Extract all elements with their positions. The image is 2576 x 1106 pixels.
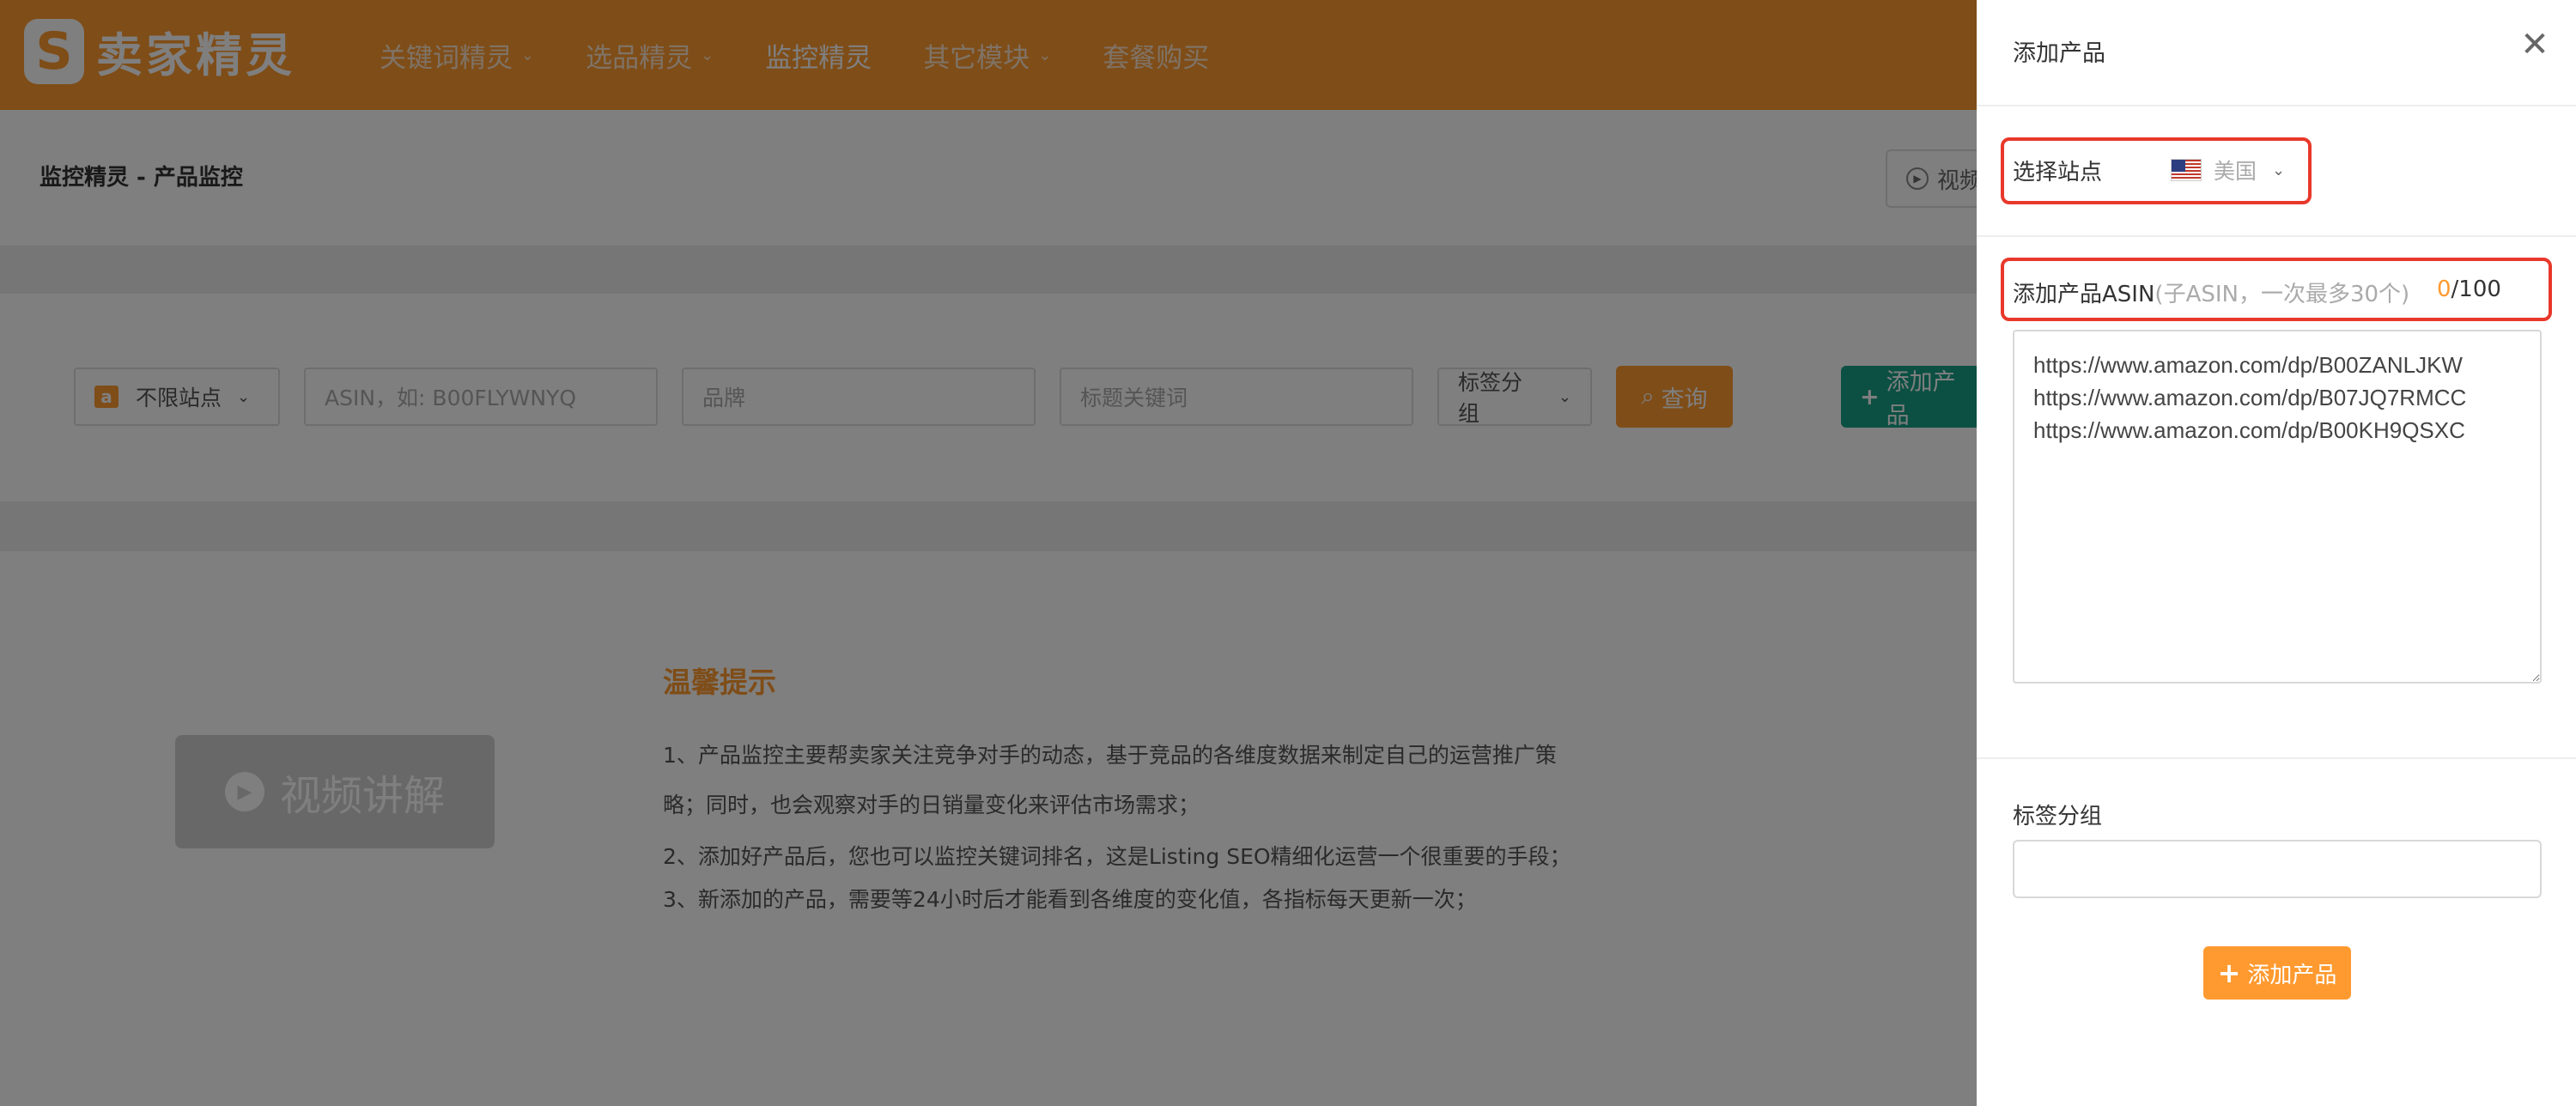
divider xyxy=(1977,105,2576,106)
tag-group-label: 标签分组 xyxy=(2013,804,2103,830)
us-flag-icon xyxy=(2171,159,2202,181)
submit-add-product-button[interactable]: + 添加产品 xyxy=(2203,946,2351,1000)
drawer-title: 添加产品 xyxy=(2013,40,2105,67)
asin-label: 添加产品ASIN(子ASIN，一次最多30个) xyxy=(2013,282,2410,307)
tag-group-input[interactable] xyxy=(2013,840,2542,898)
asin-counter: 0/100 xyxy=(2437,276,2501,302)
add-product-drawer: 添加产品 ✕ 选择站点 美国 ⌄ 添加产品ASIN(子ASIN，一次最多30个)… xyxy=(1977,0,2576,1106)
asin-textarea[interactable]: https://www.amazon.com/dp/B00ZANLJKW htt… xyxy=(2013,330,2542,684)
site-select[interactable]: 美国 ⌄ xyxy=(2171,155,2285,185)
plus-icon: + xyxy=(2217,957,2241,989)
site-label: 选择站点 xyxy=(2013,160,2103,185)
divider xyxy=(1977,757,2576,759)
close-icon[interactable]: ✕ xyxy=(2518,25,2552,64)
divider xyxy=(1977,235,2576,237)
modal-overlay[interactable] xyxy=(0,0,1977,1106)
asin-hint: (子ASIN，一次最多30个) xyxy=(2154,282,2410,307)
chevron-down-icon: ⌄ xyxy=(2272,161,2286,179)
